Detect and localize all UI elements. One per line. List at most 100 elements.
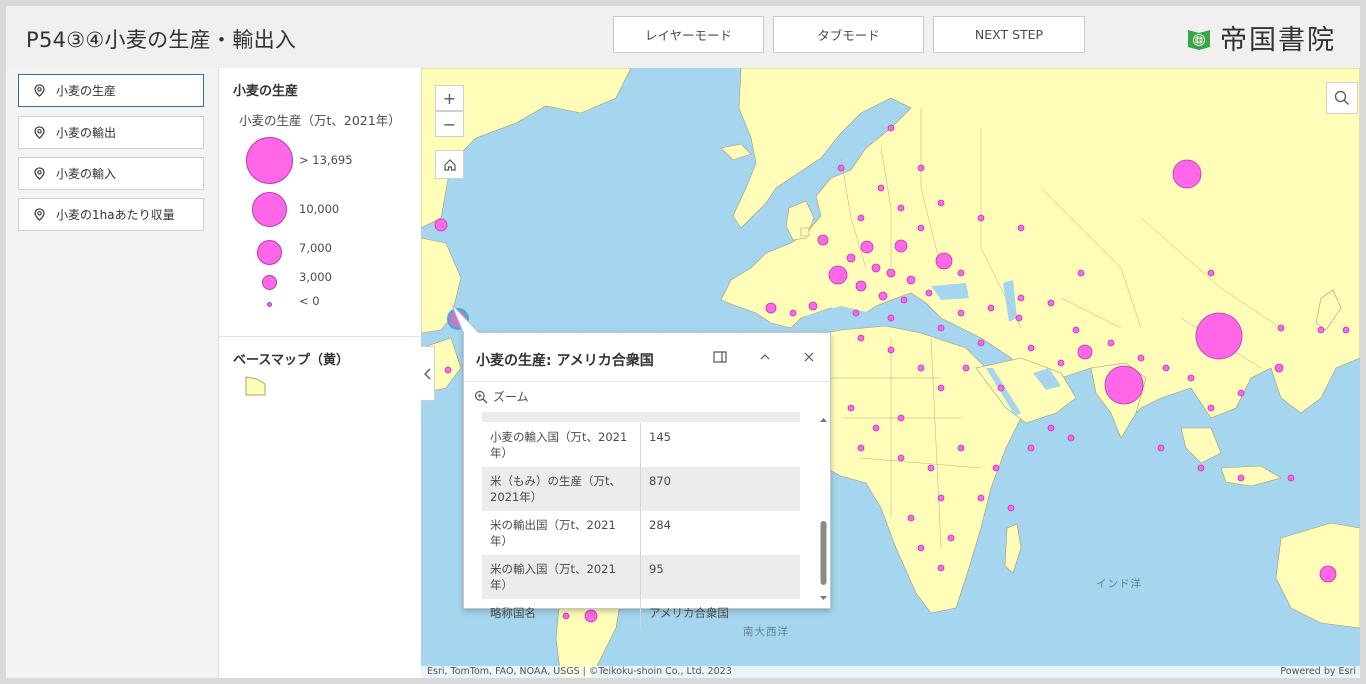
- dock-popup-button[interactable]: [710, 347, 730, 367]
- production-symbol[interactable]: [877, 184, 885, 192]
- production-symbol[interactable]: [1104, 365, 1144, 405]
- production-symbol[interactable]: [847, 404, 855, 412]
- nav-item-wheat-yield[interactable]: 小麦の1haあたり収量: [18, 198, 204, 231]
- production-symbol[interactable]: [897, 204, 905, 212]
- production-symbol[interactable]: [906, 275, 916, 285]
- production-symbol[interactable]: [1187, 374, 1195, 382]
- production-symbol[interactable]: [828, 265, 848, 285]
- nav-item-wheat-export[interactable]: 小麦の輸出: [18, 116, 204, 149]
- production-symbol[interactable]: [860, 240, 874, 254]
- production-symbol[interactable]: [997, 384, 1005, 392]
- production-symbol[interactable]: [1172, 159, 1202, 189]
- production-symbol[interactable]: [957, 309, 965, 317]
- production-symbol[interactable]: [987, 304, 995, 312]
- production-symbol[interactable]: [1319, 565, 1337, 583]
- production-symbol[interactable]: [1015, 314, 1023, 322]
- production-symbol[interactable]: [887, 314, 895, 322]
- production-symbol[interactable]: [1057, 359, 1065, 367]
- production-symbol[interactable]: [1072, 326, 1080, 334]
- production-symbol[interactable]: [977, 494, 985, 502]
- production-symbol[interactable]: [1237, 389, 1245, 397]
- production-symbol[interactable]: [1067, 434, 1075, 442]
- production-symbol[interactable]: [837, 164, 845, 172]
- production-symbol[interactable]: [871, 263, 881, 273]
- production-symbol[interactable]: [1157, 444, 1165, 452]
- production-symbol[interactable]: [1274, 363, 1284, 373]
- production-symbol[interactable]: [872, 424, 880, 432]
- production-symbol[interactable]: [897, 414, 905, 422]
- production-symbol[interactable]: [1197, 464, 1205, 472]
- production-symbol[interactable]: [977, 339, 985, 347]
- layer-mode-button[interactable]: レイヤーモード: [613, 16, 764, 53]
- production-symbol[interactable]: [937, 494, 945, 502]
- production-symbol[interactable]: [1077, 344, 1093, 360]
- production-symbol[interactable]: [857, 334, 865, 342]
- production-symbol[interactable]: [1017, 294, 1025, 302]
- production-symbol[interactable]: [907, 514, 915, 522]
- production-symbol[interactable]: [1207, 404, 1215, 412]
- production-symbol[interactable]: [855, 280, 867, 292]
- production-symbol[interactable]: [1195, 312, 1243, 360]
- production-symbol[interactable]: [1162, 364, 1170, 372]
- zoom-to-feature-button[interactable]: ズーム: [474, 388, 529, 405]
- production-symbol[interactable]: [1137, 354, 1145, 362]
- production-symbol[interactable]: [962, 364, 970, 372]
- production-symbol[interactable]: [900, 296, 908, 304]
- production-symbol[interactable]: [927, 464, 935, 472]
- production-symbol[interactable]: [1027, 444, 1035, 452]
- production-symbol[interactable]: [1007, 504, 1015, 512]
- production-symbol[interactable]: [857, 444, 865, 452]
- production-symbol[interactable]: [444, 366, 452, 374]
- production-symbol[interactable]: [808, 301, 818, 311]
- zoom-in-button[interactable]: +: [435, 85, 464, 111]
- production-symbol[interactable]: [917, 544, 925, 552]
- production-symbol[interactable]: [887, 124, 895, 132]
- production-symbol[interactable]: [1342, 326, 1350, 334]
- production-symbol[interactable]: [917, 164, 925, 172]
- production-symbol[interactable]: [886, 268, 896, 278]
- production-symbol[interactable]: [852, 309, 860, 317]
- production-symbol[interactable]: [1027, 344, 1035, 352]
- nav-item-wheat-production[interactable]: 小麦の生産: [18, 74, 204, 107]
- close-popup-button[interactable]: [799, 347, 819, 367]
- production-symbol[interactable]: [1047, 299, 1055, 307]
- production-symbol[interactable]: [1077, 269, 1085, 277]
- production-symbol[interactable]: [937, 199, 945, 207]
- collapse-panel-button[interactable]: [421, 346, 435, 401]
- production-symbol[interactable]: [878, 291, 888, 301]
- production-symbol[interactable]: [937, 564, 945, 572]
- home-button[interactable]: [435, 150, 464, 179]
- production-symbol[interactable]: [937, 384, 945, 392]
- production-symbol[interactable]: [917, 224, 925, 232]
- production-symbol[interactable]: [937, 324, 945, 332]
- collapse-popup-button[interactable]: [755, 347, 775, 367]
- production-symbol[interactable]: [434, 218, 448, 232]
- production-symbol[interactable]: [1237, 474, 1245, 482]
- production-symbol[interactable]: [789, 309, 797, 317]
- zoom-out-button[interactable]: −: [435, 111, 464, 137]
- production-symbol[interactable]: [894, 239, 908, 253]
- production-symbol[interactable]: [947, 534, 955, 542]
- tab-mode-button[interactable]: タブモード: [773, 16, 924, 53]
- production-symbol[interactable]: [957, 269, 965, 277]
- production-symbol[interactable]: [957, 444, 965, 452]
- production-symbol[interactable]: [857, 214, 865, 222]
- production-symbol[interactable]: [1317, 326, 1325, 334]
- production-symbol[interactable]: [887, 346, 895, 354]
- popup-scrollbar[interactable]: [819, 416, 828, 602]
- production-symbol[interactable]: [1207, 269, 1215, 277]
- production-symbol[interactable]: [846, 253, 856, 263]
- search-button[interactable]: [1326, 82, 1358, 114]
- production-symbol[interactable]: [917, 364, 925, 372]
- production-symbol[interactable]: [1277, 324, 1285, 332]
- production-symbol[interactable]: [817, 234, 829, 246]
- production-symbol[interactable]: [935, 252, 953, 270]
- production-symbol[interactable]: [1017, 224, 1025, 232]
- production-symbol[interactable]: [1047, 424, 1055, 432]
- production-symbol[interactable]: [992, 464, 1000, 472]
- production-symbol[interactable]: [765, 302, 777, 314]
- production-symbol[interactable]: [977, 214, 985, 222]
- next-step-button[interactable]: NEXT STEP: [933, 16, 1085, 53]
- production-symbol[interactable]: [1107, 339, 1115, 347]
- production-symbol[interactable]: [897, 454, 905, 462]
